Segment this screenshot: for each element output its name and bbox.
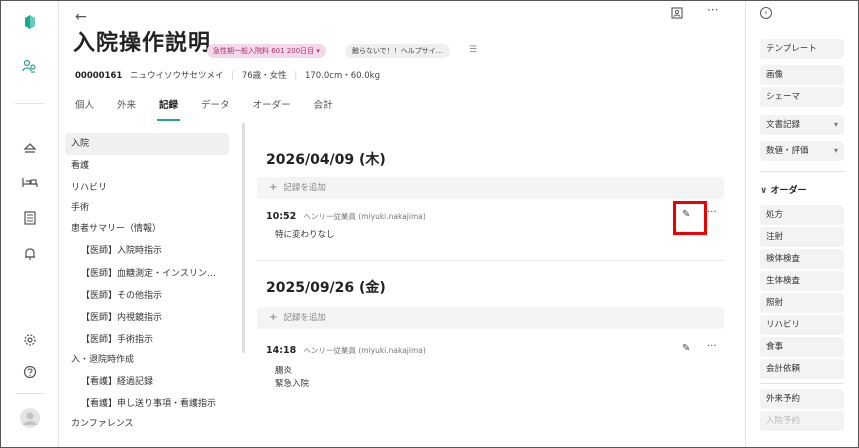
record-divider [257, 260, 724, 261]
more-options-icon[interactable]: ··· [707, 341, 717, 352]
tab-orders[interactable]: オーダー [253, 97, 291, 125]
sidebar-divider [760, 383, 844, 384]
list-item[interactable]: 【医師】内視鏡指示 [65, 307, 229, 329]
record-author: ヘンリー従業員 (miyuki.nakajima) [303, 212, 426, 221]
collapse-sidebar-icon[interactable]: › [760, 7, 772, 19]
more-options-icon[interactable]: ··· [707, 3, 718, 17]
app-logo-icon[interactable] [17, 9, 43, 35]
list-item[interactable]: 【看護】申し送り事項・看護指示 [65, 393, 229, 415]
chevron-down-icon: ∨ [760, 186, 768, 196]
list-item[interactable]: 【医師】手術指示 [65, 329, 229, 351]
measurement-dropdown[interactable]: 数値・評価 [760, 141, 844, 161]
patient-body: 170.0cm・60.0kg [304, 71, 380, 81]
record-category-list: 入院 看護 リハビリ 手術 患者サマリー（情報） 【医師】入院時指示 【医師】血… [59, 127, 243, 447]
record-line: 腸炎 [275, 366, 293, 376]
record-entry-header: 14:18 ヘンリー従業員 (miyuki.nakajima) [266, 345, 426, 356]
tab-personal[interactable]: 個人 [75, 97, 94, 125]
order-item[interactable]: リハビリ [760, 315, 844, 335]
admission-fee-badge[interactable]: 急性期一般入院料 601 200日目 ▾ [207, 44, 326, 58]
list-item[interactable]: 【医師】血糖測定・インスリン… [65, 263, 229, 285]
records-pane: 2026/04/09 (木) + 記録を追加 10:52 ヘンリー従業員 (miy… [257, 127, 733, 447]
schema-button[interactable]: シェーマ [760, 87, 844, 107]
edit-pencil-icon[interactable]: ✎ [682, 343, 690, 354]
bell-icon[interactable] [17, 241, 43, 267]
memo-icon[interactable]: ☰ [469, 45, 477, 55]
list-item[interactable]: 【医師】入院時指示 [65, 240, 229, 262]
tab-billing[interactable]: 会計 [314, 97, 333, 125]
patient-header: ← 入院操作説明 急性期一般入院料 601 200日目 ▾ 触らないで！！ヘルプ… [59, 1, 745, 127]
sidebar-divider [760, 171, 844, 172]
plus-icon: + [269, 312, 278, 323]
pane-resize-handle[interactable] [242, 123, 245, 353]
avatar[interactable] [17, 405, 43, 431]
list-item[interactable]: 【看護】経過記録 [65, 371, 229, 393]
tab-outpatient[interactable]: 外来 [117, 97, 136, 125]
list-item[interactable]: 入・退院時作成 [65, 349, 229, 371]
record-entry-header: 10:52 ヘンリー従業員 (miyuki.nakajima) [266, 211, 426, 222]
record-time: 10:52 [266, 211, 297, 222]
order-item[interactable]: 照射 [760, 293, 844, 313]
patient-kana: ニュウイソウサセツメイ [130, 71, 224, 81]
patient-tabs: 個人 外来 記録 データ オーダー 会計 [75, 97, 356, 125]
id-card-icon[interactable] [671, 7, 683, 22]
page-title: 入院操作説明 [73, 31, 212, 56]
add-record-button[interactable]: + 記録を追加 [257, 307, 724, 329]
record-line: 緊急入院 [275, 379, 310, 389]
list-item[interactable]: 患者サマリー（情報） [65, 218, 229, 240]
outpatient-appointment-button[interactable]: 外来予約 [760, 389, 844, 409]
list-item[interactable]: 入院 [65, 133, 229, 155]
patient-note-badge[interactable]: 触らないで！！ヘルプサイ… [345, 44, 450, 58]
tab-records[interactable]: 記録 [157, 97, 181, 125]
add-record-button[interactable]: + 記録を追加 [257, 177, 724, 199]
left-rail [1, 1, 59, 447]
record-time: 14:18 [266, 345, 297, 356]
list-icon[interactable] [17, 205, 43, 231]
order-item[interactable]: 検体検査 [760, 249, 844, 269]
info-separator: | [294, 71, 298, 81]
list-item[interactable]: 看護 [65, 155, 229, 177]
list-item[interactable]: カンファレンス [65, 413, 229, 435]
order-item[interactable]: 注射 [760, 227, 844, 247]
admission-appointment-button: 入院予約 [760, 411, 844, 431]
patients-icon[interactable] [17, 53, 43, 79]
image-button[interactable]: 画像 [760, 65, 844, 85]
order-section-header[interactable]: ∨ オーダー [760, 183, 806, 196]
list-item[interactable]: 【医師】その他指示 [65, 285, 229, 307]
info-separator: | [231, 71, 235, 81]
help-icon[interactable] [17, 359, 43, 385]
right-sidebar: › テンプレート 画像 シェーマ 文書記録 数値・評価 ∨ オーダー 処方 注射… [745, 1, 858, 447]
record-author: ヘンリー従業員 (miyuki.nakajima) [303, 346, 426, 355]
gear-icon[interactable] [17, 327, 43, 353]
eject-icon[interactable] [17, 135, 43, 161]
list-item[interactable]: リハビリ [65, 177, 229, 199]
rail-divider [15, 393, 45, 394]
record-date-heading: 2026/04/09 (木) [266, 152, 386, 168]
document-record-dropdown[interactable]: 文書記録 [760, 115, 844, 135]
order-item[interactable]: 処方 [760, 205, 844, 225]
order-item[interactable]: 食事 [760, 337, 844, 357]
record-body: 腸炎 緊急入院 [275, 365, 309, 391]
patient-age-sex: 76歳・女性 [241, 71, 287, 81]
rail-divider [15, 103, 45, 104]
patient-info: 00000161 ニュウイソウサセツメイ | 76歳・女性 | 170.0cm・… [75, 69, 380, 81]
template-button[interactable]: テンプレート [760, 39, 844, 59]
record-body: 特に変わりなし [275, 229, 335, 242]
list-item[interactable]: 手術 [65, 197, 229, 219]
tab-data[interactable]: データ [201, 97, 230, 125]
more-options-icon[interactable]: ··· [707, 207, 717, 218]
order-item[interactable]: 生体検査 [760, 271, 844, 291]
record-line: 特に変わりなし [275, 230, 335, 240]
app-window: ← 入院操作説明 急性期一般入院料 601 200日目 ▾ 触らないで！！ヘルプ… [0, 0, 859, 448]
back-arrow-icon[interactable]: ← [75, 9, 87, 25]
edit-button-highlight [673, 201, 707, 235]
patient-id: 00000161 [75, 71, 123, 81]
plus-icon: + [269, 182, 278, 193]
record-date-heading: 2025/09/26 (金) [266, 280, 386, 296]
order-item[interactable]: 会計依頼 [760, 359, 844, 379]
bed-icon[interactable] [17, 169, 43, 195]
